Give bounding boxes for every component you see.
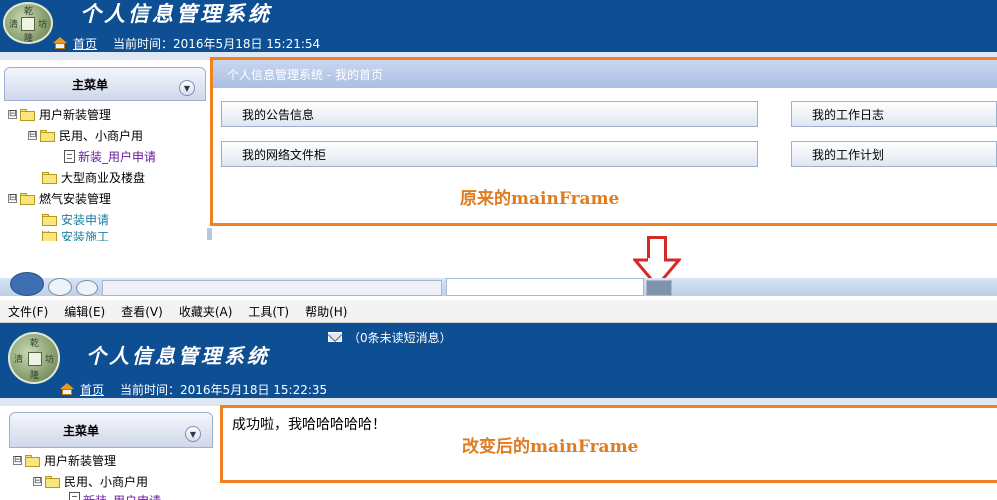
tree-node-install-construction[interactable]: 安装施工 bbox=[42, 231, 109, 241]
unread-count: （0条未读短消息） bbox=[348, 330, 452, 345]
folder-icon bbox=[25, 454, 41, 467]
changed-caption: 改变后的mainFrame bbox=[462, 437, 639, 457]
menu-view[interactable]: 查看(V) bbox=[113, 303, 171, 320]
logo: 乾 清 坊 隆 bbox=[8, 332, 60, 384]
tree-label: 燃气安装管理 bbox=[39, 192, 112, 206]
refresh-button[interactable] bbox=[76, 280, 98, 296]
menu-file[interactable]: 文件(F) bbox=[0, 303, 56, 320]
folder-icon bbox=[40, 129, 56, 142]
home-bar: 首页 当前时间：2016年5月18日 15:22:35 bbox=[60, 381, 328, 398]
folder-icon bbox=[42, 171, 58, 184]
main-menu-header[interactable]: 主菜单 bbox=[4, 67, 206, 101]
original-caption: 原来的mainFrame bbox=[460, 189, 620, 209]
home-link[interactable]: 首页 bbox=[73, 35, 97, 52]
tree-node-new-install-apply[interactable]: 新装_用户申请 bbox=[64, 148, 156, 165]
folder-icon bbox=[20, 108, 36, 121]
logo: 乾 清 坊 隆 bbox=[3, 2, 53, 44]
folder-icon bbox=[42, 231, 58, 241]
document-icon bbox=[69, 492, 80, 500]
tree-node-new-install-apply[interactable]: 新装_用户申请 bbox=[69, 492, 161, 500]
work-plan-button[interactable]: 我的工作计划 bbox=[791, 141, 997, 167]
folder-icon bbox=[45, 475, 61, 488]
main-menu-label: 主菜单 bbox=[62, 423, 99, 438]
folder-icon bbox=[42, 213, 58, 226]
collapse-icon[interactable]: ⊟ bbox=[33, 477, 42, 486]
announcements-button[interactable]: 我的公告信息 bbox=[221, 101, 758, 127]
splitter-handle[interactable] bbox=[207, 228, 212, 240]
collapse-icon[interactable]: ⊟ bbox=[8, 110, 17, 119]
unread-messages[interactable]: （0条未读短消息） bbox=[328, 330, 452, 345]
tree-node-residential[interactable]: ⊟ 民用、小商户用 bbox=[33, 473, 148, 490]
menu-edit[interactable]: 编辑(E) bbox=[56, 303, 113, 320]
browser-tab[interactable] bbox=[446, 278, 644, 296]
menu-help[interactable]: 帮助(H) bbox=[297, 303, 355, 320]
browser-menu-bar: 文件(F) 编辑(E) 查看(V) 收藏夹(A) 工具(T) 帮助(H) bbox=[0, 300, 997, 323]
forward-button[interactable] bbox=[48, 278, 72, 296]
tree-node-user-install[interactable]: ⊟ 用户新装管理 bbox=[13, 452, 116, 469]
home-bar: 首页 当前时间：2016年5月18日 15:21:54 bbox=[53, 35, 321, 52]
chevron-down-icon[interactable]: ▼ bbox=[185, 426, 201, 442]
work-log-button[interactable]: 我的工作日志 bbox=[791, 101, 997, 127]
tree-label: 大型商业及楼盘 bbox=[61, 171, 146, 185]
menu-tools[interactable]: 工具(T) bbox=[240, 303, 297, 320]
chevron-down-icon[interactable]: ▼ bbox=[179, 80, 195, 96]
tree-node-user-install[interactable]: ⊟ 用户新装管理 bbox=[8, 106, 111, 123]
mail-icon bbox=[328, 332, 342, 342]
main-frame-header: 个人信息管理系统 - 我的首页 bbox=[213, 60, 997, 88]
current-time: 当前时间：2016年5月18日 15:22:35 bbox=[120, 382, 328, 397]
collapse-icon[interactable]: ⊟ bbox=[13, 456, 22, 465]
tree-label: 安装申请 bbox=[61, 213, 110, 227]
tree-node-install-apply[interactable]: 安装申请 bbox=[42, 211, 109, 228]
menu-favorites[interactable]: 收藏夹(A) bbox=[171, 303, 241, 320]
home-link[interactable]: 首页 bbox=[80, 381, 104, 398]
tree-label: 安装施工 bbox=[61, 231, 110, 241]
collapse-icon[interactable]: ⊟ bbox=[28, 131, 37, 140]
tree-label: 用户新装管理 bbox=[44, 454, 117, 468]
home-icon bbox=[53, 37, 67, 49]
app-title: 个人信息管理系统 bbox=[86, 344, 270, 368]
home-icon bbox=[60, 383, 74, 395]
tree-label: 新装_用户申请 bbox=[78, 150, 157, 164]
back-button[interactable] bbox=[10, 272, 44, 296]
file-cabinet-button[interactable]: 我的网络文件柜 bbox=[221, 141, 758, 167]
tree-node-commercial[interactable]: 大型商业及楼盘 bbox=[42, 169, 145, 186]
folder-icon bbox=[20, 192, 36, 205]
success-message: 成功啦，我哈哈哈哈哈！ bbox=[232, 417, 386, 433]
document-icon bbox=[64, 150, 75, 163]
new-tab-button[interactable] bbox=[646, 280, 672, 296]
tree-node-residential[interactable]: ⊟ 民用、小商户用 bbox=[28, 127, 143, 144]
tree-label: 民用、小商户用 bbox=[64, 475, 149, 489]
collapse-icon[interactable]: ⊟ bbox=[8, 194, 17, 203]
app-title: 个人信息管理系统 bbox=[80, 1, 272, 26]
main-menu-header[interactable]: 主菜单 bbox=[9, 412, 213, 448]
tree-label: 民用、小商户用 bbox=[59, 129, 144, 143]
address-bar[interactable] bbox=[102, 280, 442, 296]
tree-label: 用户新装管理 bbox=[39, 108, 112, 122]
main-menu-label: 主菜单 bbox=[71, 77, 108, 92]
tree-node-gas-install[interactable]: ⊟ 燃气安装管理 bbox=[8, 190, 111, 207]
current-time: 当前时间：2016年5月18日 15:21:54 bbox=[113, 36, 321, 51]
tree-label: 新装_用户申请 bbox=[83, 492, 161, 500]
